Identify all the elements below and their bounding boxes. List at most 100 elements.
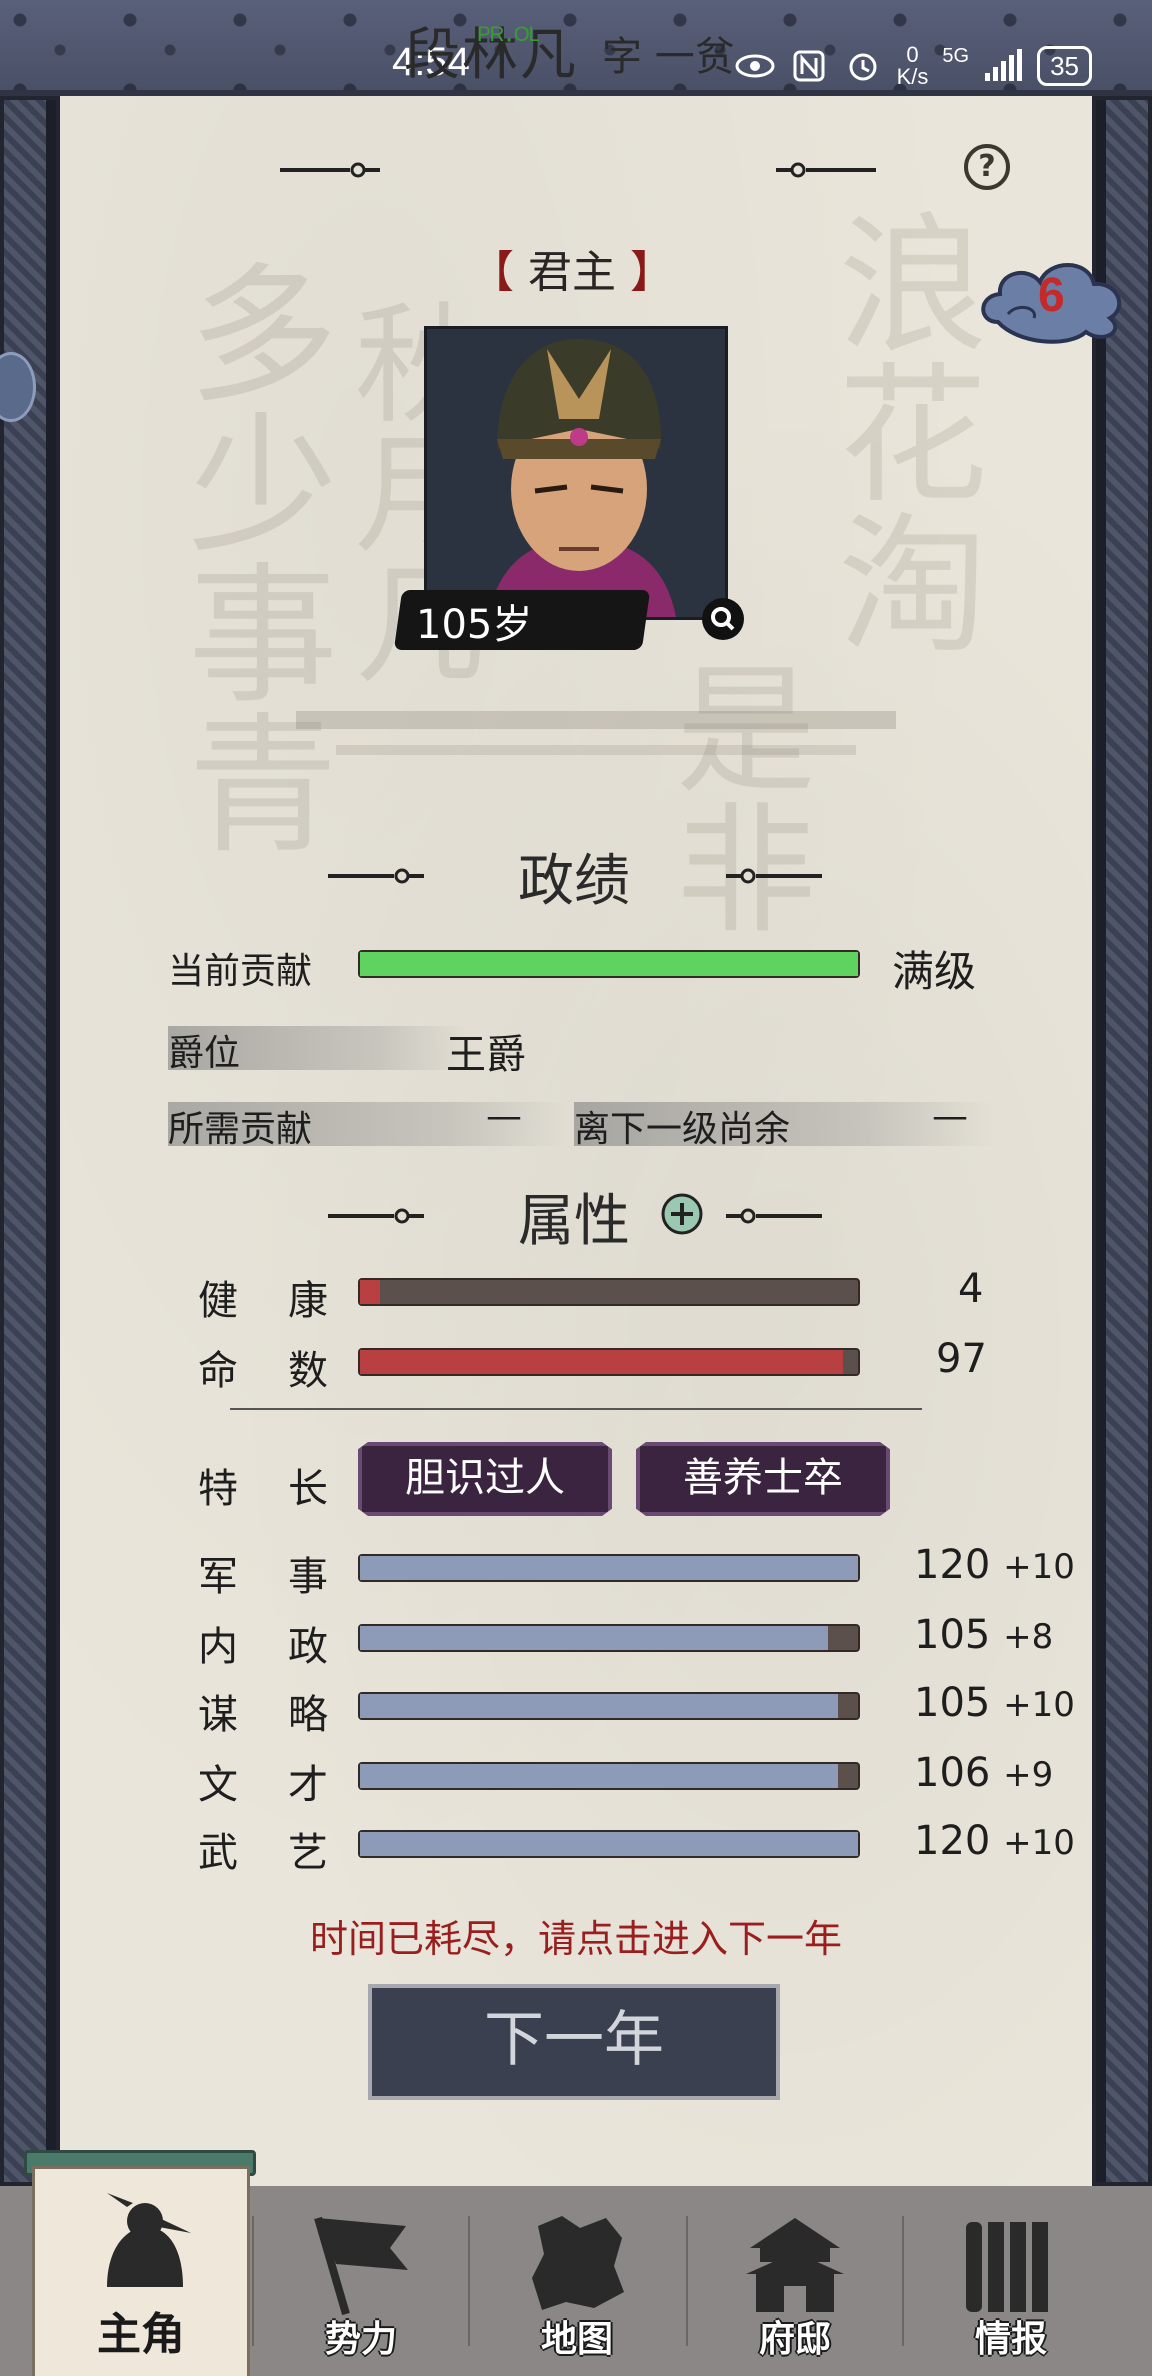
stat-base: 105 bbox=[914, 1612, 991, 1658]
next-year-button[interactable]: 下一年 bbox=[368, 1984, 780, 2100]
health-label-a: 健 bbox=[198, 1278, 238, 1324]
stat-label-a: 内 bbox=[198, 1624, 238, 1670]
stat-bar bbox=[358, 1554, 860, 1582]
fate-label-a: 命 bbox=[198, 1348, 238, 1394]
zoom-portrait-button[interactable] bbox=[702, 598, 744, 640]
bottom-navigation: 主角 势力 地图 府邸 情报 bbox=[0, 2166, 1152, 2376]
tab-protagonist[interactable]: 主角 bbox=[32, 2166, 250, 2376]
character-portrait[interactable] bbox=[424, 326, 728, 620]
stat-bar bbox=[358, 1692, 860, 1720]
battery-icon: 35 bbox=[1037, 46, 1092, 86]
stat-label-a: 武 bbox=[198, 1830, 238, 1876]
map-icon bbox=[532, 2216, 624, 2310]
stat-value: 105 +10 bbox=[914, 1680, 1075, 1726]
stat-bar bbox=[358, 1762, 860, 1790]
warrior-icon bbox=[107, 2193, 191, 2287]
tab-faction[interactable]: 势力 bbox=[252, 2186, 470, 2376]
stat-bar-fill bbox=[360, 1832, 858, 1856]
stat-bonus: +9 bbox=[1003, 1755, 1054, 1795]
trait-button[interactable]: 善养士卒 bbox=[636, 1442, 890, 1516]
tab-mansion[interactable]: 府邸 bbox=[686, 2186, 904, 2376]
net-speed-unit: K/s bbox=[896, 64, 929, 89]
required-contribution-label: 所需贡献 bbox=[168, 1109, 313, 1150]
badge-count[interactable]: 6 bbox=[1038, 268, 1065, 323]
stat-base: 120 bbox=[914, 1818, 991, 1864]
help-button[interactable]: ? bbox=[964, 144, 1010, 190]
health-label-b: 康 bbox=[288, 1278, 328, 1324]
stat-bar bbox=[358, 1830, 860, 1858]
brush-stroke-decoration bbox=[296, 711, 896, 755]
stat-bonus: +10 bbox=[1003, 1685, 1075, 1725]
rank-label: 爵位 bbox=[168, 1033, 241, 1074]
fate-bar bbox=[358, 1348, 860, 1376]
health-value: 4 bbox=[958, 1266, 984, 1312]
stat-value: 106 +9 bbox=[914, 1750, 1053, 1796]
ornament-knot-icon bbox=[328, 866, 424, 886]
left-bracket: 【 bbox=[470, 247, 514, 298]
alarm-icon bbox=[849, 53, 877, 81]
age-label: 105岁 bbox=[416, 602, 533, 648]
stat-label-a: 军 bbox=[198, 1554, 238, 1600]
section-divider bbox=[230, 1408, 922, 1410]
ornament-knot-icon bbox=[776, 160, 876, 180]
role-label: 君主 bbox=[528, 247, 616, 298]
stat-value: 105 +8 bbox=[914, 1612, 1053, 1658]
fate-label-b: 数 bbox=[288, 1348, 328, 1394]
status-icons: 0 K/s 5G 35 bbox=[735, 44, 1092, 88]
tab-label: 情报 bbox=[974, 2319, 1047, 2360]
stat-bonus: +10 bbox=[1003, 1547, 1075, 1587]
role-title: 【 君主 】 bbox=[470, 236, 674, 300]
stat-label-b: 事 bbox=[288, 1554, 328, 1600]
stat-bar-fill bbox=[360, 1694, 839, 1718]
courtesy-name: 字 一贫 bbox=[602, 34, 735, 80]
attributes-section-title: 属性 bbox=[518, 1189, 630, 1254]
eye-icon bbox=[735, 54, 775, 78]
stat-label-b: 才 bbox=[288, 1762, 328, 1808]
stat-bonus: +8 bbox=[1003, 1617, 1054, 1657]
tab-label: 地图 bbox=[540, 2319, 613, 2360]
stat-label-b: 艺 bbox=[288, 1830, 328, 1876]
stat-bonus: +10 bbox=[1003, 1823, 1075, 1863]
trait-button[interactable]: 胆识过人 bbox=[358, 1442, 612, 1516]
fate-value: 97 bbox=[936, 1336, 987, 1382]
contribution-bar bbox=[358, 950, 860, 978]
stat-bar-fill bbox=[360, 1626, 829, 1650]
magnifier-icon bbox=[711, 607, 735, 631]
contribution-label: 当前贡献 bbox=[168, 951, 313, 992]
stat-label-a: 文 bbox=[198, 1762, 238, 1808]
mansion-icon bbox=[746, 2218, 844, 2312]
traits-label-a: 特 bbox=[198, 1466, 238, 1512]
portrait-image bbox=[427, 329, 725, 617]
tab-map[interactable]: 地图 bbox=[468, 2186, 686, 2376]
scroll-icon bbox=[966, 2222, 1048, 2312]
stat-bar-fill bbox=[360, 1764, 839, 1788]
ornament-knot-icon bbox=[726, 866, 822, 886]
calligraphy-watermark: 浪花淘 bbox=[812, 206, 987, 656]
add-attribute-plus-icon[interactable] bbox=[660, 1192, 704, 1236]
flag-icon bbox=[314, 2216, 408, 2316]
stat-base: 105 bbox=[914, 1680, 991, 1726]
tab-label: 主角 bbox=[97, 2309, 185, 2360]
nfc-icon bbox=[793, 50, 825, 82]
stat-label-b: 政 bbox=[288, 1624, 328, 1670]
stat-label-a: 谋 bbox=[198, 1692, 238, 1738]
fate-bar-fill bbox=[360, 1350, 844, 1374]
contribution-status: 满级 bbox=[892, 947, 977, 996]
name-overlay-tag: ᴾᴿ·ᴼᴸ bbox=[478, 22, 540, 55]
ornament-knot-icon bbox=[328, 1206, 424, 1226]
achievement-section-title: 政绩 bbox=[518, 849, 630, 914]
tab-intel[interactable]: 情报 bbox=[902, 2186, 1120, 2376]
time-exhausted-warning: 时间已耗尽，请点击进入下一年 bbox=[309, 1917, 842, 1961]
stat-bar-fill bbox=[360, 1556, 858, 1580]
ornament-knot-icon bbox=[280, 160, 380, 180]
contribution-bar-fill bbox=[360, 952, 858, 976]
rank-value: 王爵 bbox=[446, 1032, 526, 1078]
stat-base: 120 bbox=[914, 1542, 991, 1588]
tab-label: 势力 bbox=[324, 2319, 397, 2360]
required-contribution-value: — bbox=[486, 1096, 522, 1137]
health-bar bbox=[358, 1278, 860, 1306]
network-type: 5G bbox=[942, 44, 970, 67]
net-speed: 0 K/s bbox=[897, 44, 929, 88]
signal-icon bbox=[985, 49, 1023, 81]
stat-label-b: 略 bbox=[288, 1692, 328, 1738]
